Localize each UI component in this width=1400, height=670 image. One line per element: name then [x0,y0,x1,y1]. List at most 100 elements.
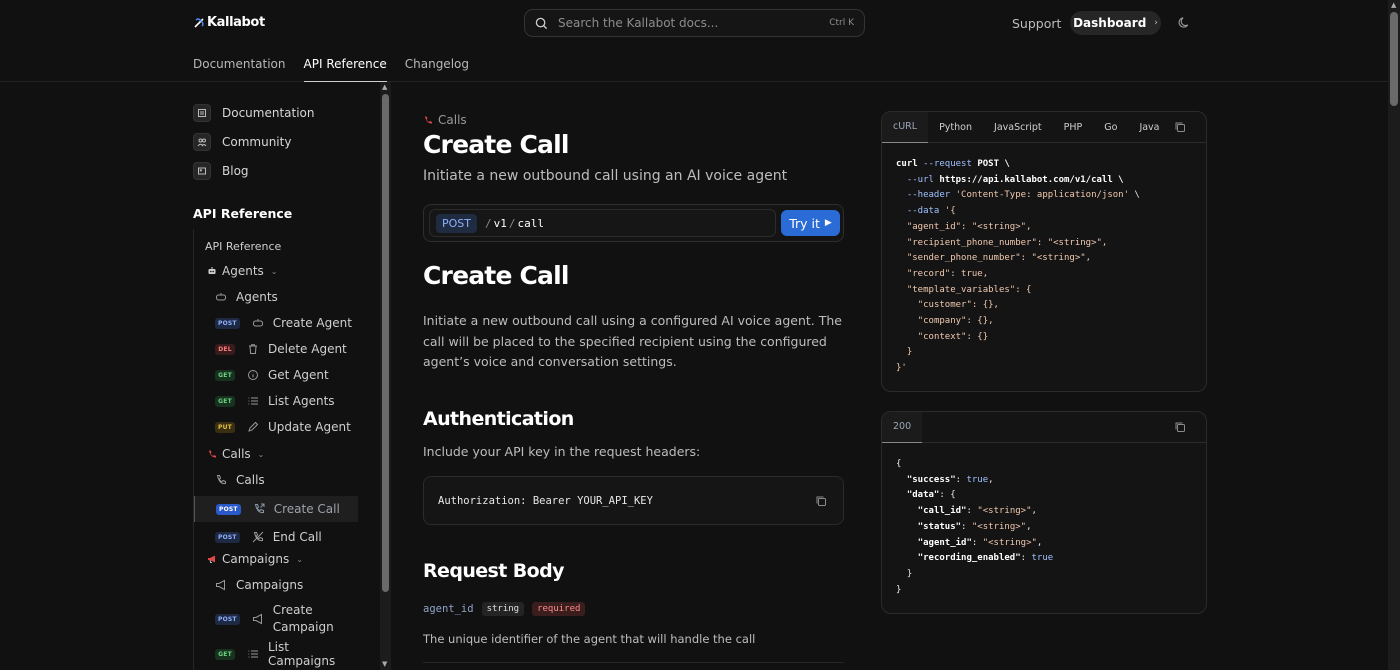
code-line: "sender_phone_number": "<string>", [906,253,1092,264]
sidebar-item-delete-agent[interactable]: DEL Delete Agent [194,339,358,359]
robot-outline-icon [252,319,263,327]
label-line: Create [272,603,313,617]
breadcrumb-label: Calls [438,113,467,127]
sidebar-item-list-agents[interactable]: GET List Agents [194,391,358,411]
code-token: "<string>" [971,521,1027,532]
tab-javascript[interactable]: JavaScript [983,112,1053,143]
page-scrollbar[interactable]: ▲ [1388,0,1400,670]
chevron-down-icon: ⌄ [270,266,278,276]
scroll-up-icon[interactable]: ▲ [1391,1,1396,9]
sidebar-item-label: Update Agent [268,420,351,434]
code-line: "customer": {}, [917,300,999,311]
path-segment: v1 [493,216,507,230]
search-input[interactable]: Search the Kallabot docs... Ctrl K [524,9,865,37]
code-line: "record": true, [906,268,989,279]
language-tabs: cURL Python JavaScript PHP Go Java [882,112,1206,143]
scrollbar-thumb[interactable] [382,94,389,592]
try-it-button[interactable]: Try it ▶ [781,210,840,236]
code-token: --data [906,206,940,217]
param-name: agent_id [423,603,474,615]
param-description: The unique identifier of the agent that … [423,632,756,646]
sidebar-item-api-reference[interactable]: API Reference [194,236,358,256]
sidebar-item-get-agent[interactable]: GET Get Agent [194,365,358,385]
newspaper-icon [193,162,211,180]
sidebar-item-create-call[interactable]: POST Create Call [194,496,358,522]
sidebar-link-community[interactable]: Community [193,133,291,151]
try-it-label: Try it [789,215,820,231]
users-icon [193,133,211,151]
copy-icon[interactable] [1174,121,1186,133]
group-label: Campaigns [222,552,290,566]
breadcrumb[interactable]: Calls [423,113,467,127]
copy-icon[interactable] [815,495,827,507]
param-agent-id: agent_id string required [423,602,586,616]
moon-icon[interactable] [1178,16,1191,29]
code-token: "agent_id" [917,537,972,548]
label-line: Campaign [272,620,334,634]
path-segment: call [517,216,545,230]
megaphone-outline-icon [252,613,262,625]
code-line: "template_variables": { [906,284,1032,295]
logo[interactable]: Kallabot [193,15,265,30]
tab-go[interactable]: Go [1093,112,1128,143]
code-line: "context": {} [917,331,989,342]
method-badge: POST [215,531,240,543]
sidebar-item-agents[interactable]: Agents [194,287,358,307]
tab-api-reference[interactable]: API Reference [303,50,387,82]
sidebar-item-calls[interactable]: Calls [194,470,358,490]
code-line: { [896,459,902,469]
page-subtitle: Initiate a new outbound call using an AI… [423,168,788,184]
megaphone-outline-icon [216,579,225,591]
list-icon [248,397,258,405]
dashboard-button[interactable]: Dashboard › [1070,11,1161,35]
sidebar-scrollbar[interactable]: ▲ ▼ [380,82,391,670]
auth-text: Include your API key in the request head… [423,444,701,459]
robot-outline-icon [216,293,226,301]
sidebar-item-create-campaign[interactable]: POST Create Campaign [194,601,358,637]
tab-python[interactable]: Python [928,112,983,143]
sidebar-item-campaigns[interactable]: Campaigns [194,575,358,595]
tab-documentation[interactable]: Documentation [193,50,286,82]
tab-curl[interactable]: cURL [882,112,929,143]
method-badge: DEL [215,343,235,355]
param-type-badge: string [481,602,525,616]
method-badge: POST [215,613,240,625]
copy-icon[interactable] [1174,421,1186,433]
code-token: --request [923,159,972,169]
auth-code-block: Authorization: Bearer YOUR_API_KEY [423,476,844,525]
param-required-badge: required [532,602,586,616]
scroll-down-icon[interactable]: ▼ [382,660,387,668]
sidebar-item-create-agent[interactable]: POST Create Agent [194,313,358,333]
tab-java[interactable]: Java [1128,112,1170,143]
sidebar-item-update-agent[interactable]: PUT Update Agent [194,417,358,437]
scrollbar-thumb[interactable] [1390,12,1398,106]
sidebar-item-label: List Campaigns [268,640,336,668]
code-line: } [896,584,902,595]
code-token: '{ [944,206,956,217]
sidebar-item-list-campaigns[interactable]: GET List Campaigns [194,640,358,668]
code-token: "data" [906,490,940,501]
play-icon: ▶ [824,218,832,228]
sidebar-link-documentation[interactable]: Documentation [193,104,315,122]
code-line: } [906,568,913,579]
tab-php[interactable]: PHP [1053,112,1094,143]
code-token: "<string>" [982,537,1037,548]
chevron-down-icon: ⌄ [296,554,303,564]
divider [423,662,844,663]
sidebar-group-agents[interactable]: Agents ⌄ [194,261,358,281]
scroll-up-icon[interactable]: ▲ [382,83,387,91]
sidebar-group-campaigns[interactable]: Campaigns ⌄ [194,549,358,569]
tab-changelog[interactable]: Changelog [405,50,469,82]
tab-status-200[interactable]: 200 [882,412,923,443]
method-badge: GET [215,395,235,407]
sidebar-item-end-call[interactable]: POST End Call [194,527,358,547]
method-badge: POST [436,213,477,233]
section-title: Create Call [423,261,569,290]
method-badge: POST [215,317,240,329]
search-placeholder: Search the Kallabot docs... [558,16,719,30]
sidebar-link-blog[interactable]: Blog [193,162,249,180]
endpoint-path-box[interactable]: POST / v1/call [429,209,776,237]
code-token: true [1031,553,1054,564]
sidebar-group-calls[interactable]: Calls ⌄ [194,444,358,464]
support-link[interactable]: Support [1012,16,1061,31]
